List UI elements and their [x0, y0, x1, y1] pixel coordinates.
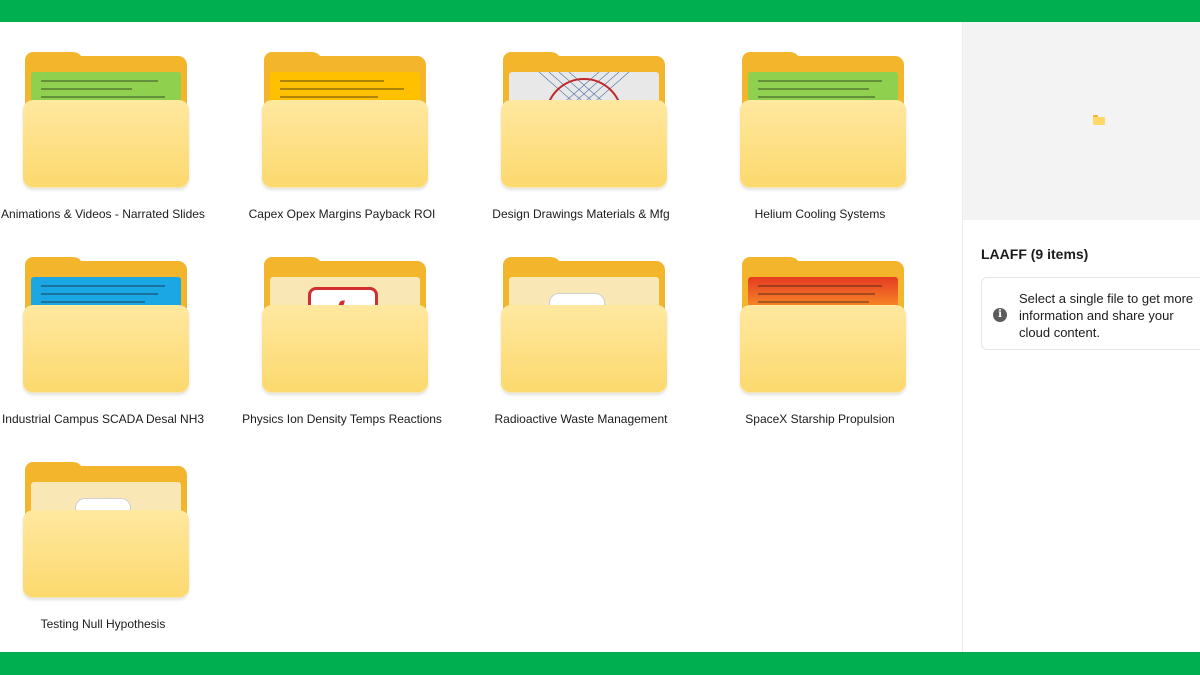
folder-name: Physics Ion Density Temps Reactions: [242, 412, 442, 426]
folder-name: Testing Null Hypothesis: [40, 617, 166, 631]
preview-area: [963, 22, 1200, 220]
folder-icon: [23, 52, 189, 188]
folder-name: Design Drawings Materials & Mfg: [492, 207, 670, 221]
folder-tile-radioactive-waste[interactable]: Radioactive Waste Management: [481, 227, 681, 427]
top-frame-bar: [0, 0, 1200, 22]
folder-tile-helium-cooling[interactable]: Helium Cooling Systems: [720, 22, 920, 222]
folder-icon: [501, 52, 667, 188]
folder-tile-physics-ion-density[interactable]: Physics Ion Density Temps Reactions: [242, 227, 442, 427]
folder-icon: [262, 257, 428, 393]
info-card: i Select a single file to get more infor…: [981, 277, 1200, 350]
info-message: Select a single file to get more informa…: [1019, 291, 1194, 340]
folder-tile-testing-null-hypothesis[interactable]: Testing Null Hypothesis: [3, 432, 203, 632]
bottom-frame-bar: [0, 652, 1200, 675]
folder-icon: [1093, 115, 1105, 125]
folder-name: SpaceX Starship Propulsion: [745, 412, 895, 426]
folder-tile-design-drawings[interactable]: Design Drawings Materials & Mfg: [481, 22, 681, 222]
info-icon: i: [993, 308, 1007, 322]
folder-icon: [740, 52, 906, 188]
folder-name: Industrial Campus SCADA Desal NH3: [1, 412, 205, 426]
folder-icon: [740, 257, 906, 393]
folder-icon: [23, 257, 189, 393]
folder-icon: [23, 462, 189, 598]
folder-tile-industrial-campus[interactable]: Industrial Campus SCADA Desal NH3: [2, 227, 204, 427]
folder-grid: Animations & Videos - Narrated Slides Ca…: [0, 22, 962, 652]
folder-tile-animations-videos[interactable]: Animations & Videos - Narrated Slides: [1, 22, 205, 222]
folder-name: Capex Opex Margins Payback ROI: [248, 207, 436, 221]
folder-name: Radioactive Waste Management: [494, 412, 668, 426]
folder-name: Animations & Videos - Narrated Slides: [1, 207, 205, 221]
details-title: LAAFF (9 items): [981, 246, 1089, 262]
folder-name: Helium Cooling Systems: [754, 207, 886, 221]
folder-icon: [501, 257, 667, 393]
folder-icon: [262, 52, 428, 188]
folder-tile-capex-opex[interactable]: Capex Opex Margins Payback ROI: [242, 22, 442, 222]
folder-tile-spacex-starship[interactable]: SpaceX Starship Propulsion: [720, 227, 920, 427]
details-pane: LAAFF (9 items) i Select a single file t…: [962, 22, 1200, 652]
